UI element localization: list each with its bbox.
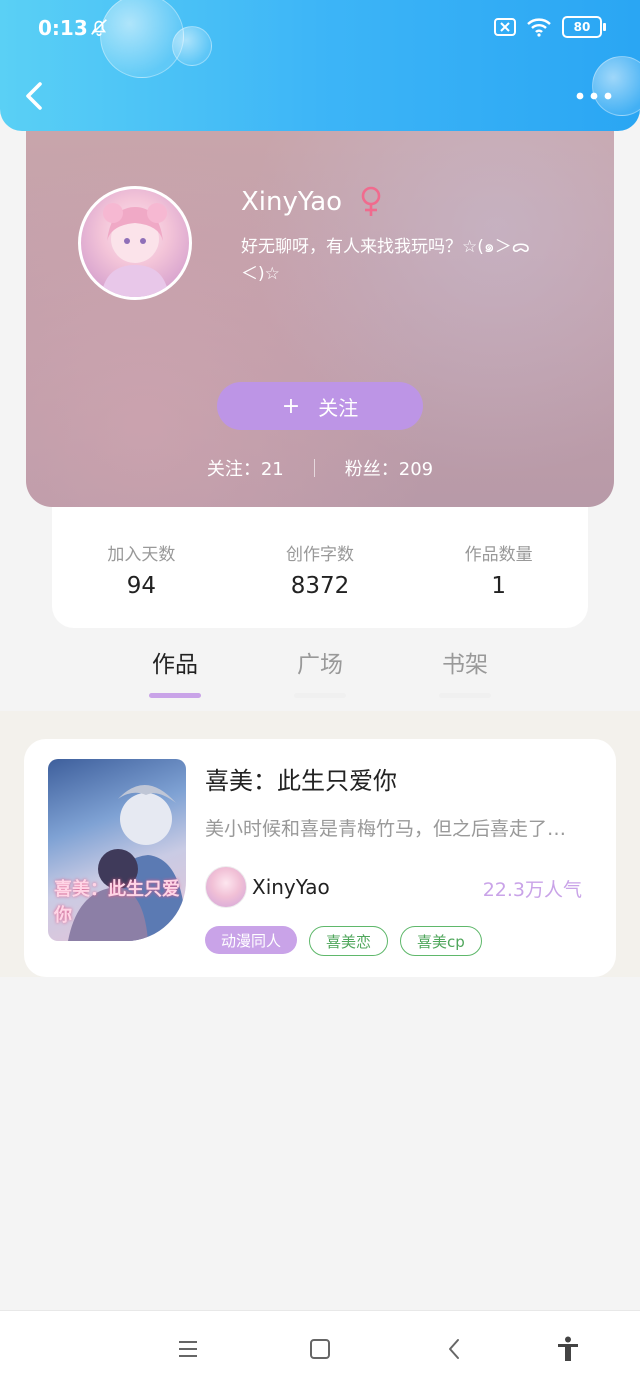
- wifi-icon: [527, 18, 551, 37]
- tag-ship[interactable]: 喜美恋: [309, 926, 389, 956]
- back-icon[interactable]: [20, 78, 52, 114]
- menu-icon[interactable]: [174, 1335, 202, 1363]
- decor-bubble: [100, 0, 184, 78]
- sim-off-icon: [494, 18, 516, 36]
- cover-title-text: 喜美：此生只爱你: [54, 879, 180, 926]
- stat-label: 创作字数: [286, 545, 354, 565]
- stat-works-count: 作品数量 1: [409, 507, 588, 628]
- author-avatar[interactable]: [205, 866, 247, 908]
- stat-word-count: 创作字数 8372: [231, 507, 410, 628]
- tab-label: 广场: [297, 652, 343, 678]
- tab-works[interactable]: 作品: [140, 645, 210, 698]
- stat-label: 作品数量: [464, 545, 533, 565]
- avatar[interactable]: [78, 186, 192, 300]
- avatar-illustration: [101, 203, 169, 297]
- tab-indicator: [439, 693, 491, 698]
- stat-value: 94: [126, 573, 156, 599]
- bell-muted-icon: [91, 19, 107, 37]
- work-card[interactable]: 喜美：此生只爱你 喜美：此生只爱你 美小时候和喜是青梅竹马，但之后喜走了… Xi…: [24, 739, 616, 977]
- back-nav-icon[interactable]: [441, 1335, 469, 1363]
- tag-anime-fanfic[interactable]: 动漫同人: [205, 926, 298, 954]
- stat-label: 加入天数: [107, 545, 176, 565]
- follow-stats: 关注：21 粉丝：209: [26, 455, 614, 481]
- work-cover-image[interactable]: 喜美：此生只爱你: [48, 759, 186, 941]
- stat-value: 8372: [290, 573, 350, 599]
- stat-value: 1: [491, 573, 506, 599]
- status-indicators: 80: [494, 16, 606, 38]
- username: XinyYao: [241, 187, 343, 217]
- follow-button[interactable]: + 关注: [217, 382, 423, 430]
- tab-bookshelf[interactable]: 书架: [430, 645, 500, 698]
- divider: [313, 459, 315, 477]
- female-gender-icon: [361, 186, 381, 216]
- work-tags: 动漫同人 喜美恋 喜美cp: [205, 926, 482, 956]
- top-app-bar: 0:13 80: [0, 0, 640, 131]
- decor-bubble: [172, 26, 212, 66]
- more-options-icon[interactable]: [574, 84, 614, 108]
- plus-icon: +: [281, 393, 301, 419]
- work-description: 美小时候和喜是青梅竹马，但之后喜走了…: [205, 818, 567, 840]
- content-tabs: 作品 广场 书架: [0, 645, 640, 711]
- tag-cp[interactable]: 喜美cp: [400, 926, 482, 956]
- tab-indicator: [294, 693, 346, 698]
- tab-label: 书架: [442, 652, 488, 678]
- author-name[interactable]: XinyYao: [252, 875, 330, 899]
- status-time: 0:13: [38, 16, 88, 40]
- stat-join-days: 加入天数 94: [52, 507, 231, 628]
- system-navigation-bar: [0, 1310, 640, 1388]
- tab-square[interactable]: 广场: [285, 645, 355, 698]
- tab-indicator: [149, 693, 201, 698]
- follow-button-label: 关注: [318, 395, 359, 420]
- tab-label: 作品: [152, 652, 198, 678]
- battery-indicator: 80: [562, 16, 606, 38]
- following-count[interactable]: 关注：21: [207, 455, 284, 481]
- accessibility-icon[interactable]: [554, 1335, 582, 1363]
- profile-bio: 好无聊呀，有人来找我玩吗？☆(๑＞ᯅ＜)☆: [241, 237, 531, 284]
- work-popularity: 22.3万人气: [482, 879, 582, 901]
- fans-count[interactable]: 粉丝：209: [345, 455, 433, 481]
- battery-level: 80: [573, 20, 591, 34]
- profile-card: XinyYao 好无聊呀，有人来找我玩吗？☆(๑＞ᯅ＜)☆ + 关注 关注：21…: [26, 110, 614, 507]
- work-title[interactable]: 喜美：此生只爱你: [205, 761, 397, 796]
- home-icon[interactable]: [306, 1335, 334, 1363]
- creator-stats-card: 加入天数 94 创作字数 8372 作品数量 1: [52, 507, 588, 628]
